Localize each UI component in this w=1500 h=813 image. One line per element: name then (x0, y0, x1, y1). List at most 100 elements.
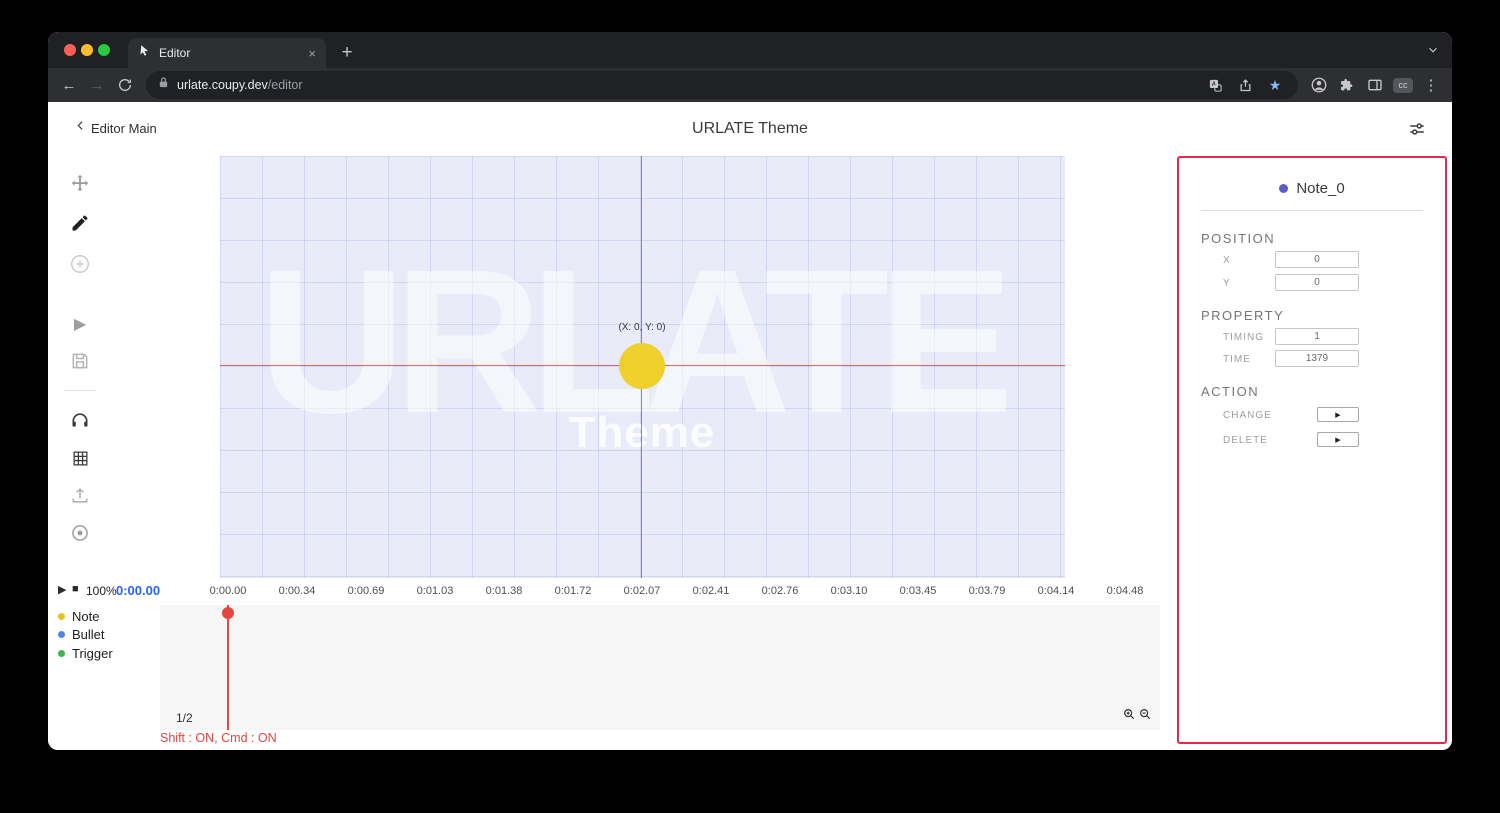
browser-tab[interactable]: Editor × (128, 38, 326, 68)
timeline-page-indicator: 1/2 (176, 711, 193, 725)
share-icon[interactable] (1234, 78, 1256, 93)
timing-input[interactable] (1275, 328, 1359, 345)
canvas-watermark-subtitle: Theme (569, 408, 716, 458)
x-input[interactable] (1275, 251, 1359, 268)
save-floppy-icon (70, 351, 90, 371)
y-label: Y (1223, 278, 1231, 289)
ruler-label: 0:01.72 (555, 585, 592, 597)
preview-play-button[interactable]: ▶ (68, 312, 92, 336)
tab-title: Editor (159, 46, 300, 60)
delete-action-button[interactable]: ▶ (1317, 432, 1359, 447)
settings-tune-icon[interactable] (1408, 120, 1426, 143)
change-label: CHANGE (1223, 410, 1272, 421)
trigger-dot-icon (58, 650, 65, 657)
ruler-label: 0:04.14 (1038, 585, 1075, 597)
inspector-divider (1201, 210, 1423, 211)
timeline-zoom-controls (1122, 707, 1152, 726)
profile-avatar-icon[interactable] (1306, 72, 1332, 98)
playhead-handle[interactable] (222, 607, 234, 619)
zoom-out-icon[interactable] (1138, 707, 1152, 726)
traffic-light-minimize[interactable] (81, 44, 93, 56)
browser-window: Editor × + ← → urlate.coupy.dev /editor … (48, 32, 1452, 750)
tab-favicon-cursor-icon (138, 44, 151, 62)
audio-button[interactable] (68, 408, 92, 432)
x-label: X (1223, 255, 1231, 266)
zoom-in-icon[interactable] (1122, 707, 1136, 726)
modifier-status-text: Shift : ON, Cmd : ON (160, 731, 277, 745)
legend-item-trigger[interactable]: Trigger (58, 644, 113, 663)
note-marker[interactable] (619, 343, 665, 389)
ruler-label: 0:03.45 (900, 585, 937, 597)
inspector-panel: Note_0 POSITION X Y PROPERTY TIMING TIME… (1177, 156, 1447, 744)
tab-close-icon[interactable]: × (308, 46, 316, 61)
change-action-button[interactable]: ▶ (1317, 407, 1359, 422)
layer-legend: Note Bullet Trigger (58, 607, 113, 663)
add-tool-button[interactable] (68, 252, 92, 276)
ruler-label: 0:02.07 (624, 585, 661, 597)
ruler-label: 0:02.41 (693, 585, 730, 597)
legend-item-bullet[interactable]: Bullet (58, 626, 113, 645)
timeline-zoom-percent: 100% (86, 584, 117, 598)
profile-badge-label: cc (1393, 78, 1413, 93)
legend-label: Note (72, 609, 99, 624)
timeline-track[interactable]: 1/2 (160, 605, 1160, 730)
coordinate-label: (X: 0, Y: 0) (618, 322, 665, 333)
save-button[interactable] (68, 349, 92, 373)
move-tool-button[interactable] (68, 172, 92, 196)
url-path: /editor (268, 78, 303, 92)
transport-bar: ▶ ■ 100% 0:00.00 0:00.00 0:00.34 0:00.69… (48, 578, 1220, 605)
timing-label: TIMING (1223, 332, 1264, 343)
browser-menu-kebab-icon[interactable]: ⋮ (1418, 72, 1444, 98)
delete-label: DELETE (1223, 435, 1268, 446)
ruler-label: 0:00.34 (279, 585, 316, 597)
record-button[interactable] (68, 521, 92, 545)
side-panel-icon[interactable] (1362, 72, 1388, 98)
time-input[interactable] (1275, 350, 1359, 367)
ruler-label: 0:04.48 (1107, 585, 1144, 597)
bookmark-star-icon[interactable]: ★ (1264, 77, 1286, 94)
plus-circle-icon (69, 253, 91, 275)
rail-divider (64, 390, 96, 391)
current-time-display: 0:00.00 (116, 583, 160, 598)
pencil-icon (70, 213, 90, 233)
bullet-dot-icon (58, 631, 65, 638)
play-glyph-icon: ▶ (1335, 436, 1340, 444)
editor-canvas[interactable]: URLATE Theme (X: 0, Y: 0) (220, 156, 1065, 578)
tab-search-chevron-icon[interactable] (1426, 43, 1440, 62)
ruler-label: 0:03.10 (831, 585, 868, 597)
headphones-icon (70, 410, 90, 430)
timeline-play-icon[interactable]: ▶ (58, 583, 66, 596)
address-bar[interactable]: urlate.coupy.dev /editor A ★ (146, 71, 1298, 99)
pencil-tool-button[interactable] (68, 211, 92, 235)
move-icon (69, 173, 91, 195)
legend-label: Bullet (72, 627, 105, 642)
timeline-stop-icon[interactable]: ■ (72, 583, 79, 595)
browser-toolbar: ← → urlate.coupy.dev /editor A ★ cc ⋮ (48, 68, 1452, 102)
reload-icon[interactable] (112, 72, 138, 98)
url-host: urlate.coupy.dev (177, 78, 268, 92)
ruler-label: 0:00.00 (210, 585, 247, 597)
extensions-puzzle-icon[interactable] (1334, 72, 1360, 98)
profile-badge[interactable]: cc (1390, 72, 1416, 98)
translate-icon[interactable]: A (1204, 78, 1226, 93)
upload-icon (70, 486, 90, 506)
new-tab-button[interactable]: + (334, 40, 360, 66)
ruler-label: 0:01.38 (486, 585, 523, 597)
record-target-icon (70, 523, 90, 543)
legend-item-note[interactable]: Note (58, 607, 113, 626)
grid-toggle-button[interactable] (68, 446, 92, 470)
y-input[interactable] (1275, 274, 1359, 291)
lock-icon (158, 76, 169, 94)
back-icon[interactable]: ← (56, 72, 82, 98)
upload-button[interactable] (68, 484, 92, 508)
play-glyph-icon: ▶ (1335, 411, 1340, 419)
note-dot-icon (58, 613, 65, 620)
traffic-light-zoom[interactable] (98, 44, 110, 56)
page-title: URLATE Theme (48, 120, 1452, 138)
traffic-light-close[interactable] (64, 44, 76, 56)
inspector-title-row: Note_0 (1179, 180, 1445, 197)
time-label: TIME (1223, 354, 1251, 365)
ruler-label: 0:00.69 (348, 585, 385, 597)
url-text: urlate.coupy.dev /editor (177, 78, 303, 92)
forward-icon[interactable]: → (84, 72, 110, 98)
